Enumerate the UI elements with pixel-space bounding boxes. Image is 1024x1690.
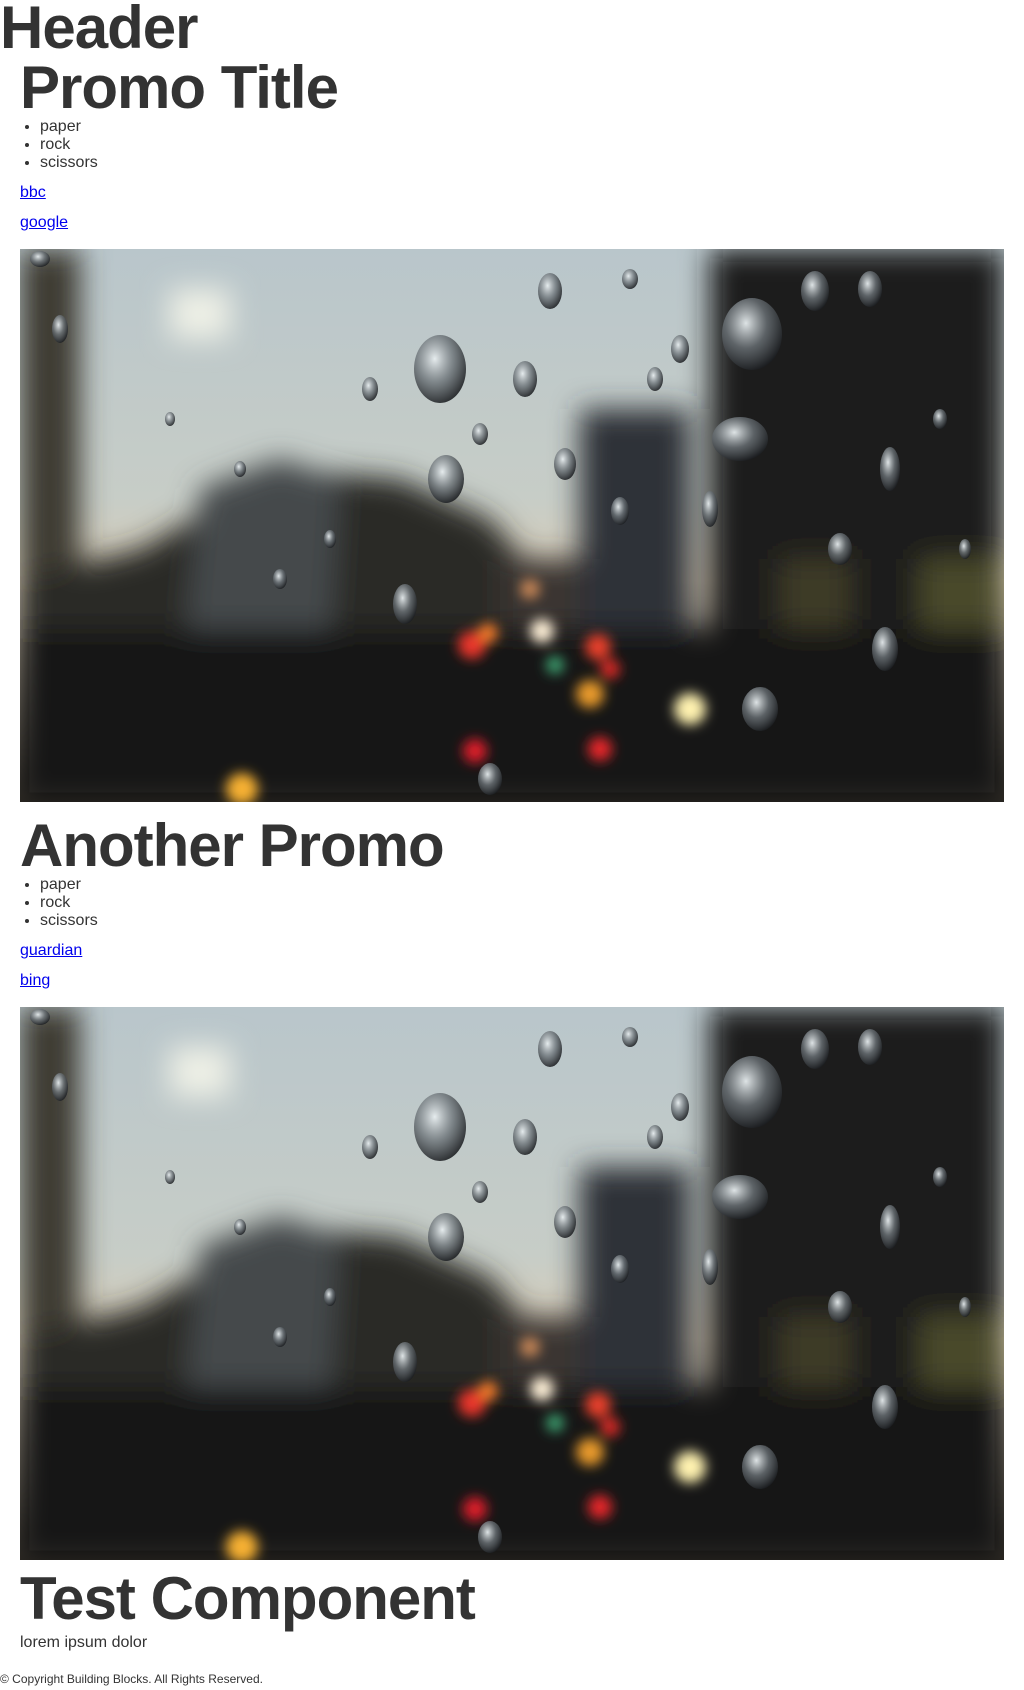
link-bbc[interactable]: bbc — [20, 184, 46, 201]
link-guardian[interactable]: guardian — [20, 942, 82, 959]
test-component: Test Component lorem ipsum dolor — [20, 1565, 476, 1654]
list-item: rock — [40, 894, 1004, 912]
list-item: rock — [40, 136, 1004, 154]
promo-image-rain-window — [20, 249, 1004, 802]
promo-image-rain-window — [20, 1007, 1004, 1560]
footer-copyright: © Copyright Building Blocks. All Rights … — [0, 1672, 263, 1686]
promo-title: Promo Title — [20, 54, 339, 121]
page-header: Header — [0, 0, 198, 61]
promo-section-1: Promo Title paper rock scissors bbc goog… — [20, 58, 1004, 232]
test-component-text: lorem ipsum dolor — [20, 1634, 148, 1651]
link-bing[interactable]: bing — [20, 972, 50, 989]
list-item: scissors — [40, 154, 1004, 172]
link-google[interactable]: google — [20, 214, 68, 231]
promo-title: Another Promo — [20, 812, 445, 879]
promo-list: paper rock scissors — [20, 118, 1004, 172]
test-component-title: Test Component — [20, 1565, 476, 1632]
promo-list: paper rock scissors — [20, 876, 1004, 930]
list-item: scissors — [40, 912, 1004, 930]
promo-section-2: Another Promo paper rock scissors guardi… — [20, 816, 1004, 990]
